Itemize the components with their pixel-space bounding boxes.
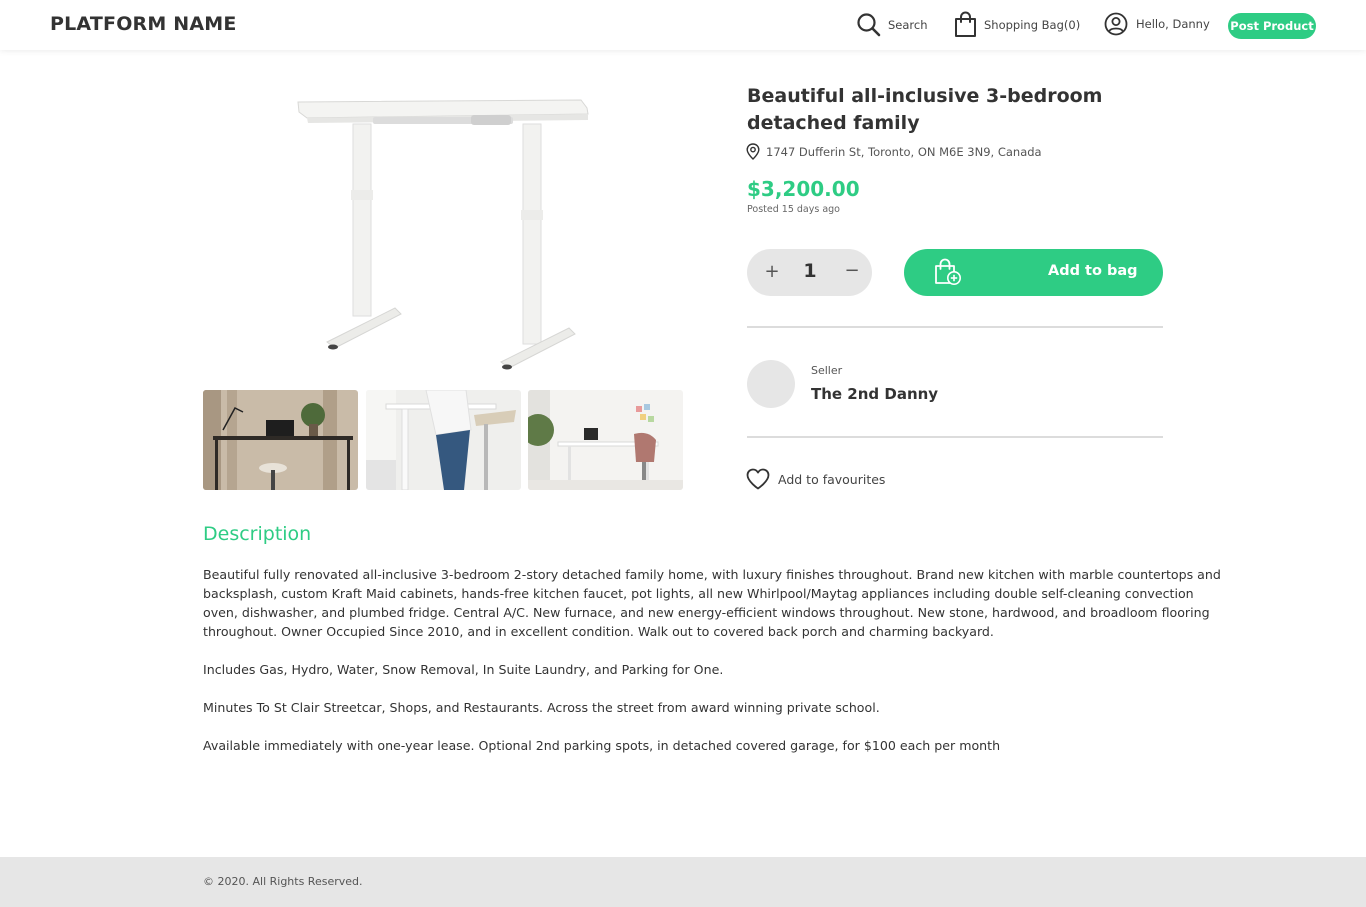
shopping-bag-link[interactable]: Shopping Bag(0) bbox=[954, 11, 1080, 38]
thumbnail-2[interactable] bbox=[366, 390, 521, 490]
description-paragraph: Includes Gas, Hydro, Water, Snow Removal… bbox=[203, 662, 724, 677]
search-link[interactable]: Search bbox=[856, 12, 928, 37]
product-title: Beautiful all-inclusive 3-bedroom detach… bbox=[747, 85, 1103, 134]
top-navbar: PLATFORM NAME Search Shopping Bag(0) Hel… bbox=[0, 0, 1366, 50]
thumbnail-2-image bbox=[366, 390, 521, 490]
map-pin-icon bbox=[746, 143, 760, 160]
seller-label: Seller bbox=[811, 364, 843, 377]
add-to-bag-label: Add to bag bbox=[1048, 263, 1138, 279]
description-paragraph: Available immediately with one-year leas… bbox=[203, 738, 1001, 753]
bag-plus-icon bbox=[935, 258, 961, 285]
thumbnail-1[interactable] bbox=[203, 390, 358, 490]
user-circle-icon bbox=[1104, 12, 1128, 36]
user-menu[interactable]: Hello, Danny bbox=[1104, 12, 1210, 36]
add-to-bag-button[interactable]: Add to bag bbox=[904, 249, 1163, 296]
search-icon bbox=[857, 13, 881, 37]
user-greeting: Hello, Danny bbox=[1136, 17, 1210, 31]
quantity-increase-button[interactable]: + bbox=[761, 261, 783, 283]
footer: © 2020. All Rights Reserved. bbox=[0, 857, 1366, 907]
thumbnail-1-image bbox=[203, 390, 358, 490]
quantity-stepper: + 1 − bbox=[747, 249, 872, 296]
posted-date: Posted 15 days ago bbox=[747, 204, 840, 215]
shopping-bag-label: Shopping Bag(0) bbox=[984, 17, 1081, 32]
description-paragraph: Minutes To St Clair Streetcar, Shops, an… bbox=[203, 700, 880, 715]
brand-logo[interactable]: PLATFORM NAME bbox=[50, 13, 237, 35]
thumbnail-3-image bbox=[528, 390, 683, 490]
shopping-bag-icon bbox=[955, 11, 976, 37]
post-product-button[interactable]: Post Product bbox=[1228, 13, 1316, 39]
search-label: Search bbox=[888, 17, 928, 32]
thumbnail-3[interactable] bbox=[528, 390, 683, 490]
quantity-value: 1 bbox=[803, 260, 817, 282]
main-product-image bbox=[297, 99, 589, 370]
divider bbox=[747, 326, 1163, 328]
description-heading: Description bbox=[203, 523, 312, 545]
divider bbox=[747, 436, 1163, 438]
quantity-decrease-button[interactable]: − bbox=[841, 261, 863, 283]
heart-icon bbox=[746, 468, 770, 490]
product-address: 1747 Dufferin St, Toronto, ON M6E 3N9, C… bbox=[766, 144, 1042, 159]
product-location: 1747 Dufferin St, Toronto, ON M6E 3N9, C… bbox=[746, 143, 1042, 160]
add-to-favourites-label: Add to favourites bbox=[778, 471, 886, 487]
description-body: Beautiful fully renovated all-inclusive … bbox=[203, 565, 1223, 774]
description-paragraph: Beautiful fully renovated all-inclusive … bbox=[203, 567, 1221, 639]
seller-name[interactable]: The 2nd Danny bbox=[811, 385, 938, 403]
product-price: $3,200.00 bbox=[747, 177, 860, 201]
copyright-text: © 2020. All Rights Reserved. bbox=[203, 875, 363, 888]
seller-avatar[interactable] bbox=[747, 360, 795, 408]
add-to-favourites-button[interactable]: Add to favourites bbox=[746, 468, 885, 490]
